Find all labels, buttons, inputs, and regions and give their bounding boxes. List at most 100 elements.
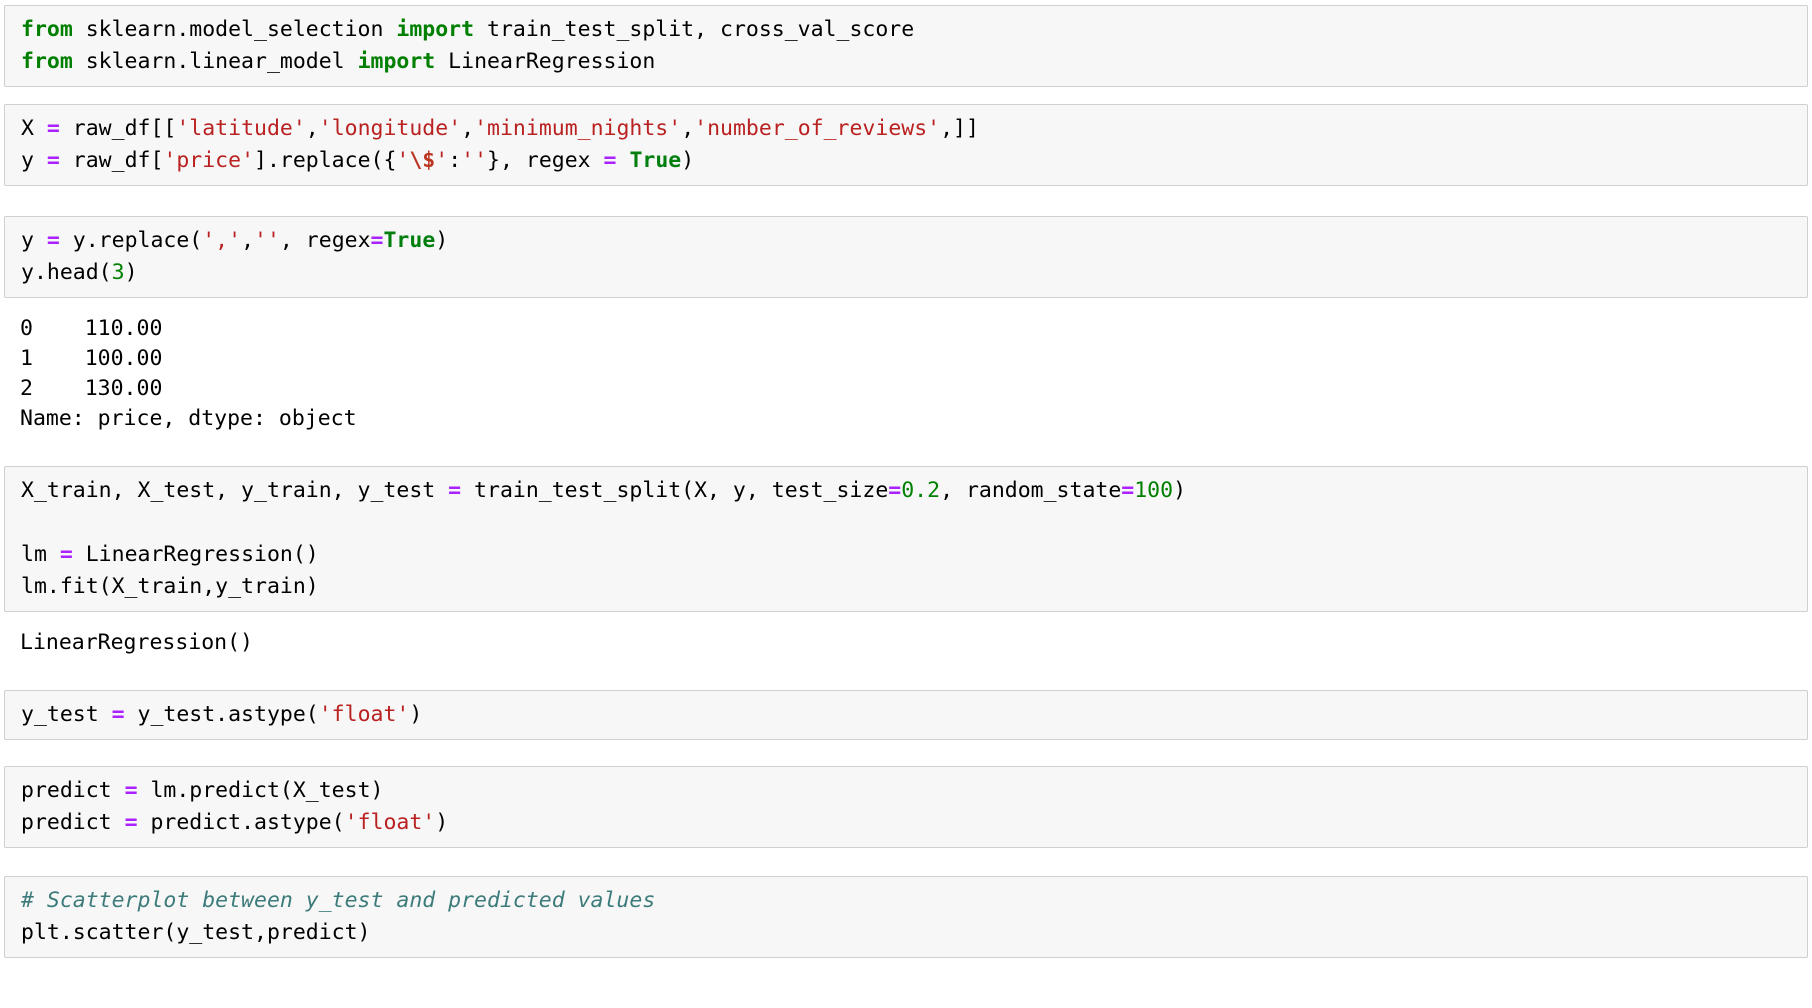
code-cell: # Scatterplot between y_test and predict… xyxy=(4,876,1808,958)
token-op: = xyxy=(46,116,60,141)
code-line: y.head(3) xyxy=(21,257,1807,289)
token-op: = xyxy=(1121,478,1135,503)
code-cell: X_train, X_test, y_train, y_test = train… xyxy=(4,466,1808,612)
token-op: = xyxy=(46,228,60,253)
output-line: LinearRegression() xyxy=(20,628,1808,658)
code-line: X = raw_df[['latitude','longitude','mini… xyxy=(21,113,1807,145)
token-kw: from xyxy=(21,17,73,42)
cell-scatter[interactable]: # Scatterplot between y_test and predict… xyxy=(4,876,1808,958)
code-line: lm.fit(X_train,y_train) xyxy=(21,571,1807,603)
output-line: Name: price, dtype: object xyxy=(20,404,1808,434)
token-plain: lm xyxy=(21,542,60,567)
token-plain: ) xyxy=(409,702,423,727)
token-str: 'price' xyxy=(163,148,255,173)
token-plain: : xyxy=(448,148,462,173)
code-line: y_test = y_test.astype('float') xyxy=(21,699,1807,731)
token-plain: ) xyxy=(681,148,695,173)
token-plain: ,]] xyxy=(940,116,979,141)
token-plain: LinearRegression() xyxy=(72,542,319,567)
output-linear-regression: LinearRegression() xyxy=(4,622,1808,664)
token-plain: predict xyxy=(21,810,125,835)
code-line: plt.scatter(y_test,predict) xyxy=(21,917,1807,949)
token-plain: , random_state xyxy=(940,478,1122,503)
token-plain: 2 130.00 xyxy=(20,376,163,401)
token-str: ' xyxy=(435,148,449,173)
token-plain: 1 100.00 xyxy=(20,346,163,371)
token-str: 'float' xyxy=(344,810,436,835)
token-op: = xyxy=(603,148,617,173)
code-cell: X = raw_df[['latitude','longitude','mini… xyxy=(4,104,1808,186)
token-str: ' xyxy=(396,148,410,173)
cell-spacer xyxy=(0,298,1812,308)
token-kw: from xyxy=(21,49,73,74)
token-str: ',' xyxy=(202,228,242,253)
token-plain: plt.scatter(y_test,predict) xyxy=(21,920,371,945)
token-plain: }, regex xyxy=(487,148,604,173)
code-line: # Scatterplot between y_test and predict… xyxy=(21,885,1807,917)
token-str: 'latitude' xyxy=(176,116,306,141)
token-const: True xyxy=(629,148,682,173)
cell-features[interactable]: X = raw_df[['latitude','longitude','mini… xyxy=(4,104,1808,186)
cell-spacer xyxy=(0,664,1812,690)
cell-train-test-split[interactable]: X_train, X_test, y_train, y_test = train… xyxy=(4,466,1808,612)
code-line: lm = LinearRegression() xyxy=(21,539,1807,571)
token-plain: train_test_split(X, y, test_size xyxy=(461,478,889,503)
cell-imports[interactable]: from sklearn.model_selection import trai… xyxy=(4,5,1808,87)
token-num: 3 xyxy=(111,260,125,285)
token-plain: , xyxy=(305,116,319,141)
token-plain: y_test xyxy=(21,702,112,727)
code-line: predict = predict.astype('float') xyxy=(21,807,1807,839)
token-plain: raw_df[[ xyxy=(59,116,177,141)
token-op: = xyxy=(888,478,902,503)
token-op: = xyxy=(370,228,384,253)
cell-spacer xyxy=(0,848,1812,876)
cell-ytest-astype[interactable]: y_test = y_test.astype('float') xyxy=(4,690,1808,740)
token-str: 'number_of_reviews' xyxy=(694,116,941,141)
cell-replace-comma[interactable]: y = y.replace(',','', regex=True) y.head(… xyxy=(4,216,1808,298)
token-const: True xyxy=(383,228,436,253)
code-cell: predict = lm.predict(X_test) predict = pr… xyxy=(4,766,1808,848)
token-str: '' xyxy=(461,148,488,173)
token-plain: , xyxy=(461,116,475,141)
token-plain: LinearRegression xyxy=(435,49,656,74)
token-plain: train_test_split, cross_val_score xyxy=(474,17,915,42)
token-str: 'longitude' xyxy=(318,116,462,141)
output-line: 2 130.00 xyxy=(20,374,1808,404)
token-plain: sklearn.linear_model xyxy=(72,49,358,74)
token-plain: sklearn.model_selection xyxy=(72,17,397,42)
code-line: X_train, X_test, y_train, y_test = train… xyxy=(21,475,1807,507)
token-num: 0.2 xyxy=(901,478,941,503)
token-plain: ) xyxy=(435,228,449,253)
token-plain: ) xyxy=(435,810,449,835)
token-plain: y_test.astype( xyxy=(124,702,319,727)
code-cell: y_test = y_test.astype('float') xyxy=(4,690,1808,740)
token-esc: \$ xyxy=(409,148,436,173)
code-line: y = y.replace(',','', regex=True) xyxy=(21,225,1807,257)
cell-spacer xyxy=(0,186,1812,216)
cell-spacer xyxy=(0,612,1812,622)
token-op: = xyxy=(111,702,125,727)
cell-spacer xyxy=(0,87,1812,104)
token-kw: import xyxy=(396,17,475,42)
token-plain: , xyxy=(681,116,695,141)
cell-predict[interactable]: predict = lm.predict(X_test) predict = pr… xyxy=(4,766,1808,848)
token-plain: Name: price, dtype: object xyxy=(20,406,357,431)
token-op: = xyxy=(59,542,73,567)
token-plain: X_train, X_test, y_train, y_test xyxy=(21,478,449,503)
notebook-container: from sklearn.model_selection import trai… xyxy=(0,0,1812,958)
code-line: predict = lm.predict(X_test) xyxy=(21,775,1807,807)
token-plain: ) xyxy=(124,260,138,285)
token-plain: y xyxy=(21,228,47,253)
token-plain: LinearRegression() xyxy=(20,630,253,655)
output-head: 0 110.00 1 100.00 2 130.00 Name: price, dty… xyxy=(4,308,1808,440)
cell-spacer xyxy=(0,740,1812,766)
code-line: from sklearn.linear_model import LinearR… xyxy=(21,46,1807,78)
token-plain: , regex xyxy=(279,228,371,253)
code-cell: y = y.replace(',','', regex=True) y.head(… xyxy=(4,216,1808,298)
code-line: y = raw_df['price'].replace({'\$':''}, r… xyxy=(21,145,1807,177)
token-plain: y xyxy=(21,148,47,173)
code-line: from sklearn.model_selection import trai… xyxy=(21,14,1807,46)
token-plain: y.replace( xyxy=(59,228,203,253)
